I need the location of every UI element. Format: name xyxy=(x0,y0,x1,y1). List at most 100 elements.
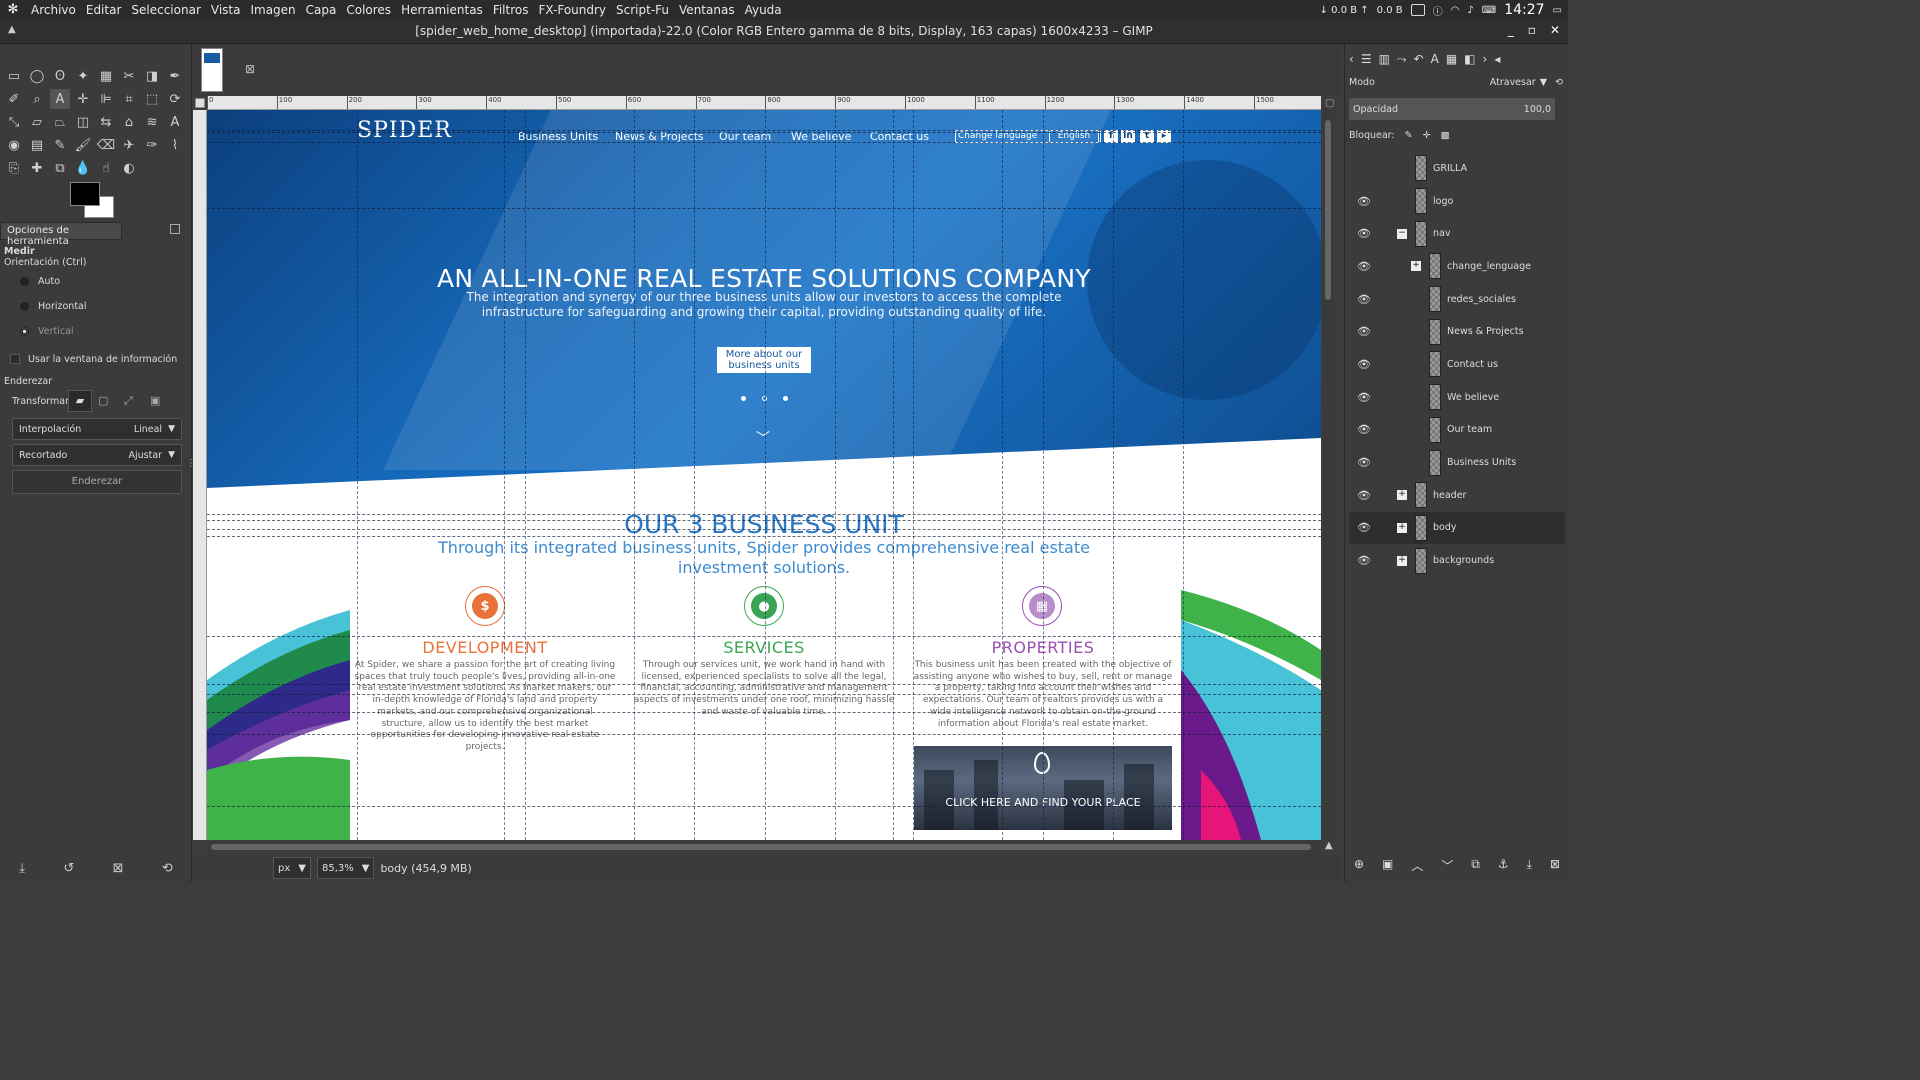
vertical-guide[interactable] xyxy=(1183,110,1184,840)
horizontal-guide[interactable] xyxy=(207,142,1321,143)
volume-icon[interactable]: ♪ xyxy=(1467,5,1473,16)
crop-icon[interactable]: ⌗ xyxy=(119,89,139,109)
visibility-eye-icon[interactable]: 👁 xyxy=(1357,489,1373,502)
reset-options-icon[interactable]: ⟲ xyxy=(162,861,173,876)
delete-layer-icon[interactable]: ⊠ xyxy=(1550,857,1560,874)
duplicate-layer-icon[interactable]: ⧉ xyxy=(1471,857,1480,874)
horizontal-guide[interactable] xyxy=(207,130,1321,131)
fonts-tab-icon[interactable]: A xyxy=(1431,52,1439,66)
layer-row[interactable]: 👁 redes_sociales xyxy=(1349,283,1565,316)
horizontal-guide[interactable] xyxy=(207,536,1321,537)
vertical-guide[interactable] xyxy=(1113,110,1114,840)
horizontal-guide[interactable] xyxy=(207,132,1321,133)
vertical-guide[interactable] xyxy=(504,110,505,840)
horizontal-guide[interactable] xyxy=(207,734,1321,735)
menu-item-ayuda[interactable]: Ayuda xyxy=(740,0,787,20)
info-icon[interactable]: ⓘ xyxy=(1433,3,1443,18)
move-icon[interactable]: ✛ xyxy=(73,89,93,109)
wifi-icon[interactable]: ◠ xyxy=(1451,5,1460,16)
clipping-select[interactable]: Recortado Ajustar ▼ xyxy=(12,444,182,466)
zoom-icon[interactable]: ⌕ xyxy=(27,89,47,109)
flip-icon[interactable]: ⇆ xyxy=(96,112,116,132)
ink-icon[interactable]: ✑ xyxy=(142,135,162,155)
visibility-eye-icon[interactable]: 👁 xyxy=(1357,227,1373,240)
layer-row[interactable]: 👁 + body xyxy=(1349,511,1565,545)
color-picker-icon[interactable]: ✐ xyxy=(4,89,24,109)
tab-tool-options[interactable]: Opciones de herramienta xyxy=(0,222,122,247)
patterns-tab-icon[interactable]: ▦ xyxy=(1446,52,1457,66)
horizontal-guide[interactable] xyxy=(207,514,1321,515)
new-layer-icon[interactable]: ⊕ xyxy=(1354,857,1364,874)
cage-icon[interactable]: ⌂ xyxy=(119,112,139,132)
eraser-icon[interactable]: ⌫ xyxy=(96,135,116,155)
unified-transform-icon[interactable]: ⬚ xyxy=(142,89,162,109)
layer-row[interactable]: 👁 − nav xyxy=(1349,217,1565,250)
lock-pixels-icon[interactable]: ✎ xyxy=(1405,130,1413,141)
power-icon[interactable]: ▭ xyxy=(1553,5,1562,16)
straighten-button[interactable]: Enderezar xyxy=(12,470,182,494)
horizontal-guide[interactable] xyxy=(207,806,1321,807)
mypaint-icon[interactable]: ⌇ xyxy=(165,135,185,155)
clock[interactable]: 14:27 xyxy=(1504,2,1544,18)
dock-grip-icon[interactable]: ⋮ xyxy=(186,458,196,469)
zoom-to-window-icon[interactable]: ▢ xyxy=(1325,98,1334,109)
scale-icon[interactable]: ⤡ xyxy=(4,112,24,132)
menu-item-filtros[interactable]: Filtros xyxy=(488,0,534,20)
align-icon[interactable]: ⊫ xyxy=(96,89,116,109)
navigate-icon[interactable]: ▲ xyxy=(1325,840,1333,851)
layer-row[interactable]: 👁 Business Units xyxy=(1349,446,1565,479)
layer-row[interactable]: 👁 Contact us xyxy=(1349,348,1565,381)
colors-tab-icon[interactable]: ◧ xyxy=(1464,52,1475,66)
opacity-slider[interactable]: Opacidad 100,0 xyxy=(1349,98,1555,120)
vertical-guide[interactable] xyxy=(634,110,635,840)
restore-options-icon[interactable]: ↺ xyxy=(63,861,74,876)
mode-select[interactable]: Atravesar xyxy=(1490,77,1536,88)
vertical-guide[interactable] xyxy=(835,110,836,840)
layer-row[interactable]: 👁 + header xyxy=(1349,479,1565,512)
gimp-logo-icon[interactable]: ✻ xyxy=(4,1,22,19)
scissors-icon[interactable]: ✂ xyxy=(119,66,139,86)
horizontal-guide[interactable] xyxy=(207,529,1321,530)
dock-menu-icon[interactable]: ◂ xyxy=(1494,52,1500,66)
keyboard-icon[interactable]: ⌨ xyxy=(1482,5,1496,16)
horizontal-guide[interactable] xyxy=(207,520,1321,521)
merge-layer-icon[interactable]: ⤓ xyxy=(1527,857,1532,874)
maximize-icon[interactable]: ▫ xyxy=(1528,23,1536,37)
bucket-fill-icon[interactable]: ◉ xyxy=(4,135,24,155)
lasso-icon[interactable]: ʘ xyxy=(50,66,70,86)
layer-row[interactable]: 👁 logo xyxy=(1349,185,1565,218)
horizontal-guide[interactable] xyxy=(207,636,1321,637)
dodge-burn-icon[interactable]: ◐ xyxy=(119,158,139,178)
menu-item-herramientas[interactable]: Herramientas xyxy=(396,0,488,20)
visibility-eye-icon[interactable]: 👁 xyxy=(1357,423,1373,436)
layer-row[interactable]: 👁 Our team xyxy=(1349,414,1565,447)
visibility-eye-icon[interactable]: 👁 xyxy=(1357,358,1373,371)
visibility-eye-icon[interactable]: 👁 xyxy=(1357,260,1373,273)
unit-select[interactable]: px ▼ xyxy=(273,857,311,879)
smudge-icon[interactable]: ☝ xyxy=(96,158,116,178)
layer-row[interactable]: GRILLA xyxy=(1349,152,1565,185)
color-select-icon[interactable]: ▦ xyxy=(96,66,116,86)
radio-auto[interactable] xyxy=(20,277,29,286)
vertical-guide[interactable] xyxy=(1043,110,1044,840)
lock-alpha-icon[interactable]: ▩ xyxy=(1441,130,1450,141)
vertical-guide[interactable] xyxy=(357,110,358,840)
shear-icon[interactable]: ▱ xyxy=(27,112,47,132)
new-group-icon[interactable]: ▣ xyxy=(1382,857,1393,874)
zoom-select[interactable]: 85,3% ▼ xyxy=(316,857,375,879)
visibility-eye-icon[interactable]: 👁 xyxy=(1357,391,1373,404)
menu-item-editar[interactable]: Editar xyxy=(81,0,127,20)
panel-menu-icon[interactable] xyxy=(170,224,180,234)
menu-item-ventanas[interactable]: Ventanas xyxy=(674,0,740,20)
undo-history-tab-icon[interactable]: ↶ xyxy=(1414,52,1424,66)
vertical-guide[interactable] xyxy=(913,110,914,840)
horizontal-scrollbar[interactable] xyxy=(207,842,1321,852)
lower-layer-icon[interactable]: ﹀ xyxy=(1441,857,1453,874)
save-options-icon[interactable]: ⤓ xyxy=(19,861,25,876)
clone-icon[interactable]: ⎘ xyxy=(4,158,24,178)
menu-item-imagen[interactable]: Imagen xyxy=(245,0,300,20)
close-icon[interactable]: ✕ xyxy=(1550,23,1560,37)
vertical-guide[interactable] xyxy=(1002,110,1003,840)
image-tab-thumbnail[interactable] xyxy=(201,48,223,92)
layer-row[interactable]: 👁 We believe xyxy=(1349,381,1565,414)
